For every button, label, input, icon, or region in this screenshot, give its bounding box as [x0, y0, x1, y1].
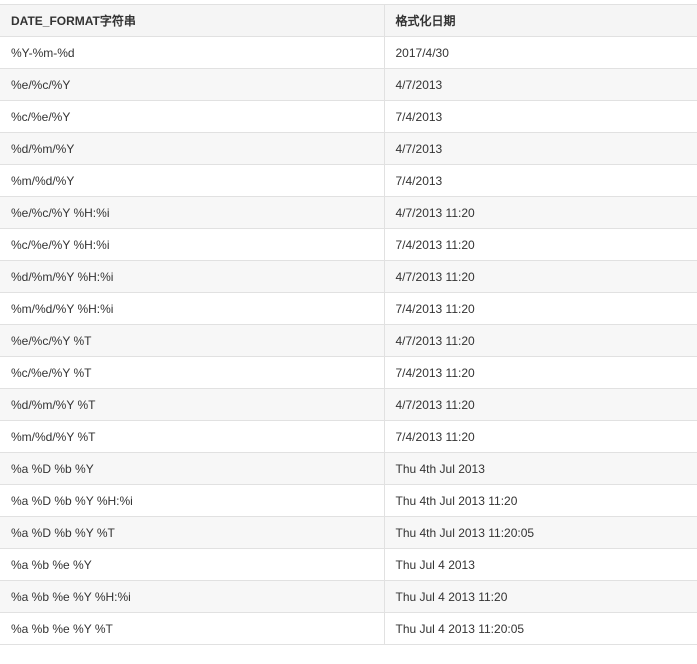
table-row: %m/%d/%Y 7/4/2013 [0, 164, 697, 197]
formatted-date-cell: 4/7/2013 11:20 [383, 388, 697, 421]
formatted-date-cell: 4/7/2013 11:20 [383, 324, 697, 357]
table-body: %Y-%m-%d 2017/4/30 %e/%c/%Y 4/7/2013 %c/%e/%… [0, 36, 697, 645]
format-string-cell: %d/%m/%Y %H:%i [0, 260, 385, 293]
table-row: %c/%e/%Y %H:%i 7/4/2013 11:20 [0, 228, 697, 261]
format-string-cell: %a %D %b %Y [0, 452, 385, 485]
table-row: %d/%m/%Y %H:%i 4/7/2013 11:20 [0, 260, 697, 293]
table-row: %m/%d/%Y %H:%i 7/4/2013 11:20 [0, 292, 697, 325]
formatted-date-cell: 7/4/2013 11:20 [383, 228, 697, 261]
formatted-date-cell: 4/7/2013 [383, 132, 697, 165]
format-string-cell: %d/%m/%Y %T [0, 388, 385, 421]
header-row: DATE_FORMAT字符串 格式化日期 [0, 4, 697, 37]
table-row: %m/%d/%Y %T 7/4/2013 11:20 [0, 420, 697, 453]
table-header: DATE_FORMAT字符串 格式化日期 [0, 4, 697, 37]
format-string-cell: %a %b %e %Y [0, 548, 385, 581]
table-row: %a %b %e %Y %T Thu Jul 4 2013 11:20:05 [0, 612, 697, 645]
formatted-date-cell: 2017/4/30 [383, 36, 697, 69]
formatted-date-cell: 4/7/2013 11:20 [383, 260, 697, 293]
table-row: %e/%c/%Y %T 4/7/2013 11:20 [0, 324, 697, 357]
header-format-string: DATE_FORMAT字符串 [0, 4, 385, 37]
formatted-date-cell: 7/4/2013 11:20 [383, 356, 697, 389]
format-string-cell: %a %D %b %Y %H:%i [0, 484, 385, 517]
format-string-cell: %Y-%m-%d [0, 36, 385, 69]
formatted-date-cell: Thu 4th Jul 2013 11:20 [383, 484, 697, 517]
table-row: %a %D %b %Y %H:%i Thu 4th Jul 2013 11:20 [0, 484, 697, 517]
table-row: %a %D %b %Y %T Thu 4th Jul 2013 11:20:05 [0, 516, 697, 549]
format-string-cell: %c/%e/%Y [0, 100, 385, 133]
format-string-cell: %c/%e/%Y %T [0, 356, 385, 389]
formatted-date-cell: Thu Jul 4 2013 11:20 [383, 580, 697, 613]
format-string-cell: %e/%c/%Y %T [0, 324, 385, 357]
table-row: %e/%c/%Y %H:%i 4/7/2013 11:20 [0, 196, 697, 229]
formatted-date-cell: 4/7/2013 11:20 [383, 196, 697, 229]
table-row: %e/%c/%Y 4/7/2013 [0, 68, 697, 101]
formatted-date-cell: Thu 4th Jul 2013 11:20:05 [383, 516, 697, 549]
format-string-cell: %e/%c/%Y %H:%i [0, 196, 385, 229]
format-string-cell: %c/%e/%Y %H:%i [0, 228, 385, 261]
table-row: %c/%e/%Y %T 7/4/2013 11:20 [0, 356, 697, 389]
formatted-date-cell: 7/4/2013 11:20 [383, 292, 697, 325]
table-row: %a %b %e %Y Thu Jul 4 2013 [0, 548, 697, 581]
format-string-cell: %m/%d/%Y %T [0, 420, 385, 453]
formatted-date-cell: Thu 4th Jul 2013 [383, 452, 697, 485]
formatted-date-cell: Thu Jul 4 2013 11:20:05 [383, 612, 697, 645]
format-string-cell: %m/%d/%Y %H:%i [0, 292, 385, 325]
table-row: %a %b %e %Y %H:%i Thu Jul 4 2013 11:20 [0, 580, 697, 613]
table-row: %d/%m/%Y 4/7/2013 [0, 132, 697, 165]
table-row: %Y-%m-%d 2017/4/30 [0, 36, 697, 69]
formatted-date-cell: 7/4/2013 [383, 164, 697, 197]
format-string-cell: %m/%d/%Y [0, 164, 385, 197]
date-format-table: DATE_FORMAT字符串 格式化日期 %Y-%m-%d 2017/4/30 %e… [0, 4, 697, 645]
formatted-date-cell: Thu Jul 4 2013 [383, 548, 697, 581]
table-row: %a %D %b %Y Thu 4th Jul 2013 [0, 452, 697, 485]
formatted-date-cell: 4/7/2013 [383, 68, 697, 101]
format-string-cell: %a %b %e %Y %T [0, 612, 385, 645]
format-string-cell: %d/%m/%Y [0, 132, 385, 165]
table-row: %c/%e/%Y 7/4/2013 [0, 100, 697, 133]
format-string-cell: %a %D %b %Y %T [0, 516, 385, 549]
formatted-date-cell: 7/4/2013 [383, 100, 697, 133]
format-string-cell: %e/%c/%Y [0, 68, 385, 101]
formatted-date-cell: 7/4/2013 11:20 [383, 420, 697, 453]
format-string-cell: %a %b %e %Y %H:%i [0, 580, 385, 613]
header-formatted-date: 格式化日期 [383, 4, 697, 37]
table-row: %d/%m/%Y %T 4/7/2013 11:20 [0, 388, 697, 421]
